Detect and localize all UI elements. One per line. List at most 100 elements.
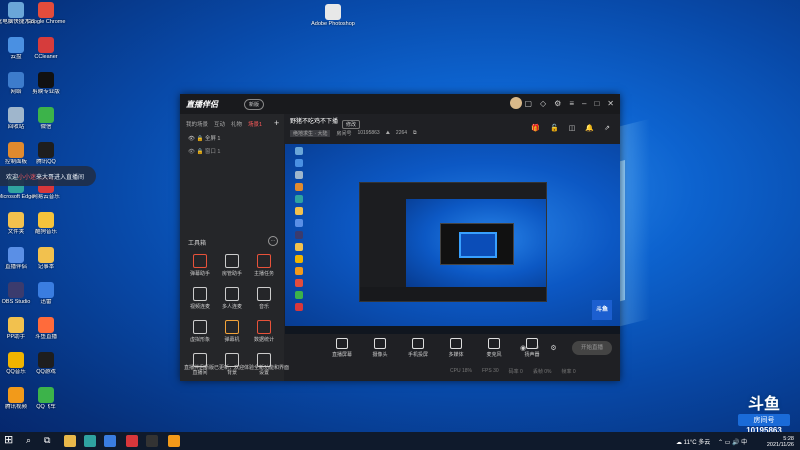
- add-scene-button[interactable]: +: [274, 118, 279, 128]
- version-badge[interactable]: 新版: [244, 99, 265, 110]
- control-button[interactable]: 直播屏幕: [330, 338, 354, 358]
- message-icon[interactable]: ▢: [524, 99, 532, 108]
- desktop-icon[interactable]: 迅雷: [24, 282, 68, 305]
- desktop-icon[interactable]: 腾讯QQ: [24, 142, 68, 165]
- category-badge[interactable]: 绝地求生 · 大陆: [290, 130, 331, 137]
- tool-item[interactable]: 音乐: [248, 287, 280, 310]
- edge-icon[interactable]: [84, 435, 96, 447]
- scene-tabs: 我的场景 互动 礼物 场景1: [186, 120, 262, 128]
- desktop-icon-label: 斗鱼直播: [34, 334, 57, 340]
- desktop-icon[interactable]: CCleaner: [24, 37, 68, 60]
- desktop-icon-label: 剪映专业版: [32, 89, 60, 95]
- clock[interactable]: 5:28 2021/11/26: [750, 436, 794, 448]
- settings-icon[interactable]: ⚙: [550, 344, 556, 352]
- stream-preview[interactable]: 斗鱼: [285, 144, 620, 334]
- desktop-icon[interactable]: 记事本: [24, 247, 68, 270]
- share-icon[interactable]: ⇗: [604, 124, 610, 132]
- desktop-icon-label: Google Chrome: [26, 19, 66, 25]
- rank-icon[interactable]: ◫: [569, 124, 576, 132]
- tool-item[interactable]: 多人连麦: [216, 287, 248, 310]
- app-icon: [8, 107, 24, 123]
- start-live-button[interactable]: 开始直播: [572, 341, 612, 355]
- tool-item[interactable]: 主播任务: [248, 254, 280, 277]
- maximize-icon[interactable]: □: [594, 99, 599, 108]
- preview-app-icon: [295, 171, 303, 179]
- control-button[interactable]: 手机投屏: [406, 338, 430, 358]
- search-icon[interactable]: ⌕: [26, 435, 38, 447]
- minimize-icon[interactable]: –: [582, 99, 586, 108]
- tool-item[interactable]: 房管助手: [216, 254, 248, 277]
- app-icon: [38, 107, 54, 123]
- toolbox-more-button[interactable]: ···: [268, 236, 278, 246]
- desktop-icon-label: QQ游戏: [36, 369, 56, 375]
- tray-icons[interactable]: ⌃ ▭ 🔊 中: [718, 437, 747, 446]
- tool-item[interactable]: 虚拟形象: [184, 320, 216, 343]
- copy-icon[interactable]: ⧉: [413, 130, 417, 137]
- gift-icon[interactable]: 🎁: [531, 124, 540, 132]
- start-icon[interactable]: ⊞: [4, 433, 16, 446]
- app-icon: [8, 387, 24, 403]
- store-icon[interactable]: [104, 435, 116, 447]
- app-icon: [38, 72, 54, 88]
- tool-label: 虚拟形象: [189, 337, 210, 343]
- edit-title-button[interactable]: 修改: [342, 120, 361, 129]
- lock-icon[interactable]: 🔓: [550, 124, 559, 132]
- app-icon: [8, 37, 24, 53]
- control-label: 多媒体: [448, 352, 464, 358]
- desktop-icon-label: CCleaner: [34, 54, 58, 60]
- app-icon: [38, 2, 54, 18]
- preview-watermark: 斗鱼: [592, 300, 612, 320]
- tool-label: 视频连麦: [189, 304, 210, 310]
- control-bar: 直播屏幕 摄像头 手机投屏 多媒体 麦克风 扬声器: [330, 338, 544, 358]
- settings-icon[interactable]: ⚙: [554, 99, 561, 108]
- tool-label: 弹幕助手: [189, 271, 210, 277]
- tool-item[interactable]: 数据统计: [248, 320, 280, 343]
- close-icon[interactable]: ✕: [607, 99, 614, 108]
- control-icon: [450, 338, 462, 349]
- desktop-icon[interactable]: 微信: [24, 107, 68, 130]
- scene-item[interactable]: 👁 🔒 全屏 1: [188, 134, 220, 142]
- tab-1[interactable]: 互动: [214, 120, 225, 128]
- desktop-icon[interactable]: 斗鱼直播: [24, 317, 68, 340]
- desktop-icon[interactable]: 酷狗音乐: [24, 212, 68, 235]
- source-item[interactable]: 👁 🔒 窗口 1: [188, 147, 220, 155]
- taskview-icon[interactable]: ⧉: [44, 435, 56, 447]
- room-id: 10195863: [357, 130, 380, 136]
- live-companion-taskbar-icon[interactable]: [168, 435, 180, 447]
- menu-icon[interactable]: ≡: [569, 99, 574, 108]
- tab-3[interactable]: 场景1: [248, 120, 262, 128]
- notice-text[interactable]: 直播伴侣新版已更新，欢迎体验全新功能和界面: [184, 364, 289, 371]
- control-button[interactable]: 麦克风: [482, 338, 506, 358]
- stream-title: 野猪不吃鸡不下播: [290, 119, 339, 125]
- app-icon: [38, 387, 54, 403]
- avatar[interactable]: [510, 97, 522, 109]
- desktop-icon[interactable]: 剪映专业版: [24, 72, 68, 95]
- app-icon[interactable]: [126, 435, 138, 447]
- desktop-icon-file[interactable]: Adobe Photoshop: [311, 4, 355, 27]
- mic-settings-icon[interactable]: ◐: [536, 344, 540, 352]
- record-icon[interactable]: ◉: [520, 344, 526, 352]
- app-icon: [38, 37, 54, 53]
- app-icon: [8, 212, 24, 228]
- tool-item[interactable]: 视频连麦: [184, 287, 216, 310]
- desktop-icon[interactable]: QQ飞车: [24, 387, 68, 410]
- live-companion-window: 直播伴侣 新版 ▢ ◇ ⚙ ≡ – □ ✕ 我的场景 互动 礼物 场景1 + 👁 🔒 …: [180, 94, 620, 381]
- status-item: FPS 30: [481, 368, 499, 374]
- tab-2[interactable]: 礼物: [231, 120, 242, 128]
- weather[interactable]: ☁ 11°C 多云: [676, 437, 710, 446]
- tool-icon: [257, 254, 271, 268]
- tool-icon: [193, 320, 207, 334]
- desktop-icon[interactable]: QQ游戏: [24, 352, 68, 375]
- control-button[interactable]: 多媒体: [444, 338, 468, 358]
- explorer-icon[interactable]: [64, 435, 76, 447]
- control-button[interactable]: 摄像头: [368, 338, 392, 358]
- app-icon: [38, 352, 54, 368]
- skin-icon[interactable]: ◇: [540, 99, 546, 108]
- desktop-icon[interactable]: Google Chrome: [24, 2, 68, 25]
- bell-icon[interactable]: 🔔: [585, 124, 594, 132]
- room-label: 房间号: [336, 131, 352, 137]
- tab-0[interactable]: 我的场景: [186, 120, 208, 128]
- tool-item[interactable]: 弹幕机: [216, 320, 248, 343]
- app-icon[interactable]: [146, 435, 158, 447]
- tool-item[interactable]: 弹幕助手: [184, 254, 216, 277]
